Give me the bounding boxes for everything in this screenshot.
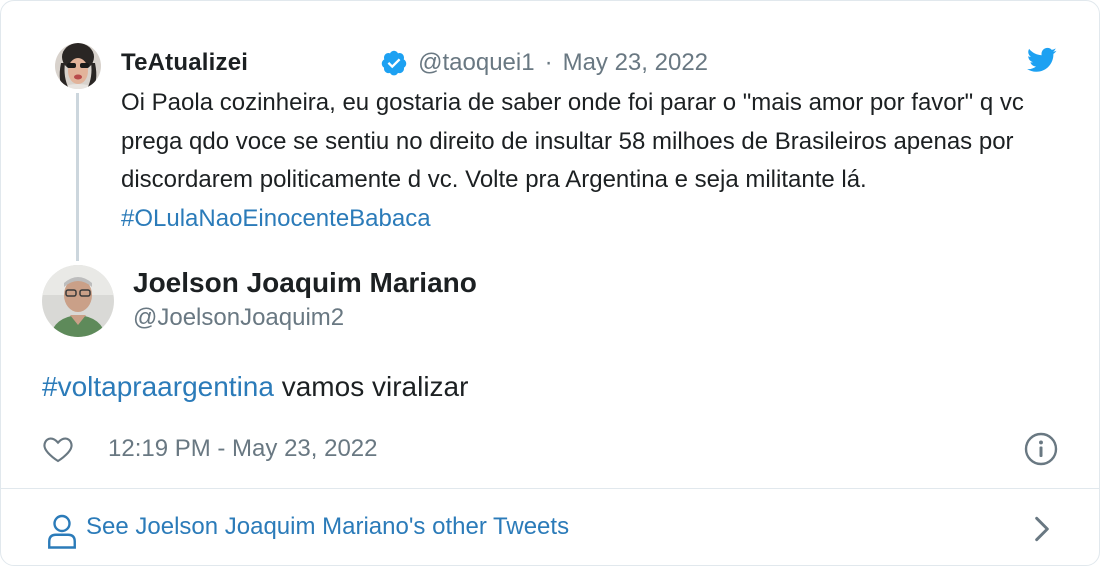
author-avatar[interactable] — [42, 265, 114, 337]
see-other-tweets-link[interactable]: See Joelson Joaquim Mariano's other Twee… — [1, 489, 1099, 565]
parent-author-avatar[interactable] — [55, 43, 101, 89]
author-avatar-image — [42, 265, 114, 337]
author-handle[interactable]: @JoelsonJoaquim2 — [133, 304, 344, 332]
twitter-bird-icon[interactable] — [1025, 45, 1059, 75]
parent-tweet-header: TeAtualizei @taoquei1 · May 23, 2022 — [121, 45, 708, 81]
parent-tweet-body: Oi Paola cozinheira, eu gostaria de sabe… — [121, 89, 1024, 193]
header-separator: · — [544, 49, 553, 76]
parent-author-handle[interactable]: @taoquei1 — [418, 49, 534, 77]
parent-author-name[interactable]: TeAtualizei — [121, 49, 248, 77]
heart-icon[interactable] — [42, 433, 74, 465]
user-icon — [48, 514, 76, 549]
thread-connector-line — [76, 93, 79, 261]
tweet-body: vamos viralizar — [273, 371, 469, 402]
chevron-right-icon[interactable] — [1031, 513, 1053, 545]
see-other-tweets-label[interactable]: See Joelson Joaquim Mariano's other Twee… — [86, 513, 569, 541]
embedded-tweet-card: TeAtualizei @taoquei1 · May 23, 2022 Oi … — [0, 0, 1100, 566]
info-icon[interactable] — [1023, 431, 1059, 467]
parent-avatar-image — [55, 43, 101, 89]
tweet-text: #voltapraargentina vamos viralizar — [42, 371, 468, 403]
parent-hashtag-link[interactable]: #OLulaNaoEinocenteBabaca — [121, 205, 431, 232]
tweet-footer: 12:19 PM - May 23, 2022 — [42, 431, 377, 467]
parent-tweet-text: Oi Paola cozinheira, eu gostaria de sabe… — [121, 84, 1071, 238]
parent-tweet-date[interactable]: May 23, 2022 — [563, 49, 708, 77]
tweet-hashtag-link[interactable]: #voltapraargentina — [42, 371, 274, 402]
verified-badge-icon — [381, 50, 407, 76]
author-display-name[interactable]: Joelson Joaquim Mariano — [133, 267, 477, 299]
tweet-timestamp[interactable]: 12:19 PM - May 23, 2022 — [108, 435, 377, 463]
